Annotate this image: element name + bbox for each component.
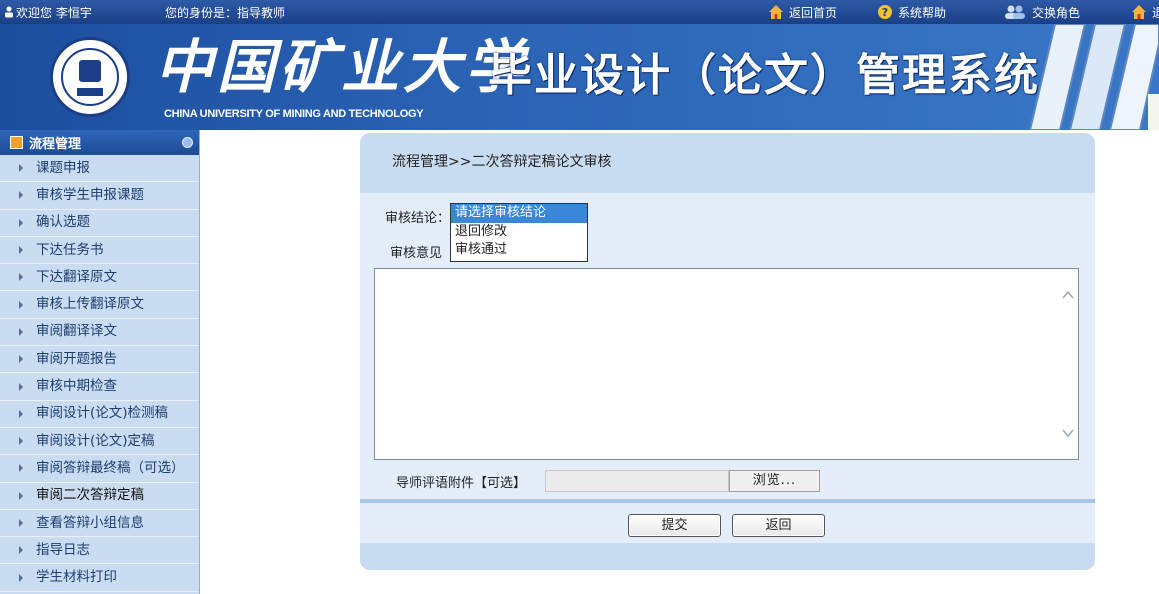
arrow-right-icon: [19, 464, 23, 473]
sidebar-item-label: 审阅设计(论文)检测稿: [36, 405, 169, 422]
sidebar-item-label: 审阅开题报告: [36, 350, 117, 367]
conclusion-select[interactable]: 请选择审核结论 退回修改 审核通过: [450, 203, 588, 262]
sidebar-menu: 课题申报审核学生申报课题 确认选题下达任务书下达翻译原文审核上传翻译原文 审阅翻译译…: [0, 155, 199, 592]
university-name-cn: 中国矿业大学: [155, 33, 528, 101]
switch-role-label: 交换角色: [1032, 5, 1081, 20]
arrow-right-icon: [19, 437, 23, 446]
header-banner: 中国矿业大学 CHINA UNIVERSITY OF MINING AND TE…: [0, 24, 1159, 130]
arrow-right-icon: [19, 191, 23, 200]
conclusion-option-placeholder[interactable]: 请选择审核结论: [451, 204, 587, 223]
sidebar-item[interactable]: 审阅设计(论文)定稿: [0, 428, 199, 456]
user-icon: [5, 6, 13, 18]
attachment-label: 导师评语附件【可选】: [396, 476, 527, 491]
scrollbar[interactable]: [1058, 269, 1078, 459]
welcome-text: 欢迎您 李恒宇: [16, 6, 92, 20]
sidebar-item[interactable]: 学生材料打印: [0, 564, 199, 592]
sidebar-item[interactable]: 审阅二次答辩定稿: [0, 483, 199, 510]
back-button[interactable]: 返回: [732, 514, 825, 537]
sidebar-item-label: 审核上传翻译原文: [36, 296, 144, 313]
arrow-right-icon: [19, 246, 23, 255]
home-icon: [1132, 5, 1146, 19]
sidebar-header-label: 流程管理: [29, 137, 82, 152]
sidebar-item-label: 审阅二次答辩定稿: [36, 487, 144, 504]
switch-role-link[interactable]: 交换角色: [1003, 2, 1080, 22]
sidebar-item[interactable]: 审阅翻译译文: [0, 319, 199, 347]
exit-link-label: 退: [1152, 5, 1159, 20]
arrow-right-icon: [19, 218, 23, 227]
help-link[interactable]: ? 系统帮助: [877, 2, 946, 22]
sidebar-item-label: 审阅翻译译文: [36, 323, 117, 340]
submit-button[interactable]: 提交: [628, 514, 721, 537]
sidebar-item[interactable]: 审阅开题报告: [0, 346, 199, 374]
sidebar-item-label: 审核学生申报课题: [36, 186, 144, 203]
sidebar-item-label: 审阅答辩最终稿（可选）: [36, 459, 185, 476]
sidebar-item-label: 指导日志: [36, 541, 90, 558]
conclusion-label: 审核结论：: [385, 211, 451, 226]
sidebar-item-label: 审阅设计(论文)定稿: [36, 432, 155, 449]
sidebar-item[interactable]: 审阅答辩最终稿（可选）: [0, 455, 199, 483]
arrow-right-icon: [19, 382, 23, 391]
arrow-right-icon: [19, 164, 23, 173]
sidebar-item[interactable]: 下达任务书: [0, 237, 199, 265]
sidebar-item[interactable]: 指导日志: [0, 537, 199, 565]
arrow-right-icon: [19, 409, 23, 418]
button-area: [360, 503, 1095, 543]
sidebar: 流程管理 课题申报审核学生申报课题 确认选题下达任务书下达翻译原文审核上传翻译原文…: [0, 130, 200, 594]
system-title: 毕业设计（论文）管理系统: [488, 50, 1040, 101]
sidebar-item-label: 学生材料打印: [36, 569, 117, 586]
arrow-right-icon: [19, 491, 23, 500]
sidebar-item[interactable]: 审核学生申报课题: [0, 182, 199, 210]
sidebar-item-label: 下达任务书: [36, 241, 104, 258]
scroll-down-icon[interactable]: [1062, 427, 1074, 439]
sidebar-item[interactable]: 审核上传翻译原文: [0, 291, 199, 319]
sidebar-item-label: 课题申报: [36, 159, 90, 176]
top-bar: 欢迎您 李恒宇 您的身份是：指导教师 返回首页 ? 系统帮助 交换角色 退: [0, 0, 1159, 24]
sidebar-item-label: 查看答辩小组信息: [36, 514, 144, 531]
sidebar-item-label: 下达翻译原文: [36, 268, 117, 285]
sidebar-item[interactable]: 审核中期检查: [0, 373, 199, 401]
help-icon: ?: [878, 5, 892, 19]
home-icon: [769, 5, 783, 19]
arrow-right-icon: [19, 273, 23, 282]
sidebar-header[interactable]: 流程管理: [0, 130, 199, 155]
arrow-right-icon: [19, 327, 23, 336]
attachment-file-input[interactable]: [545, 470, 729, 492]
breadcrumb: 流程管理>>二次答辩定稿论文审核: [392, 154, 612, 170]
university-seal-logo: [50, 37, 130, 117]
help-link-label: 系统帮助: [898, 5, 947, 20]
identity-text: 您的身份是：指导教师: [165, 6, 286, 20]
svg-text:?: ?: [882, 6, 888, 19]
sidebar-item[interactable]: 查看答辩小组信息: [0, 510, 199, 538]
sidebar-item[interactable]: 确认选题: [0, 210, 199, 237]
arrow-right-icon: [19, 355, 23, 364]
arrow-right-icon: [19, 519, 23, 527]
university-name-en: CHINA UNIVERSITY OF MINING AND TECHNOLOG…: [164, 108, 424, 120]
exit-link[interactable]: 退: [1131, 2, 1159, 22]
arrow-right-icon: [19, 300, 23, 309]
users-icon: [1005, 5, 1025, 19]
folder-icon: [10, 136, 23, 149]
browse-button[interactable]: 浏览...: [729, 470, 820, 492]
collapse-icon[interactable]: [182, 137, 193, 148]
sidebar-item[interactable]: 课题申报: [0, 155, 199, 183]
sidebar-item[interactable]: 审阅设计(论文)检测稿: [0, 401, 199, 428]
home-link-label: 返回首页: [789, 5, 838, 20]
conclusion-option-return[interactable]: 退回修改: [451, 223, 587, 242]
sidebar-item-label: 审核中期检查: [36, 378, 117, 395]
arrow-right-icon: [19, 573, 23, 582]
opinion-label: 审核意见: [390, 246, 443, 261]
arrow-right-icon: [19, 546, 23, 555]
scroll-up-icon[interactable]: [1062, 289, 1074, 301]
opinion-textarea[interactable]: [374, 268, 1079, 460]
sidebar-item-label: 确认选题: [36, 214, 90, 231]
home-link[interactable]: 返回首页: [768, 2, 837, 22]
sidebar-item[interactable]: 下达翻译原文: [0, 264, 199, 292]
conclusion-option-approve[interactable]: 审核通过: [451, 241, 587, 260]
books-decoration-icon: [1028, 24, 1159, 130]
